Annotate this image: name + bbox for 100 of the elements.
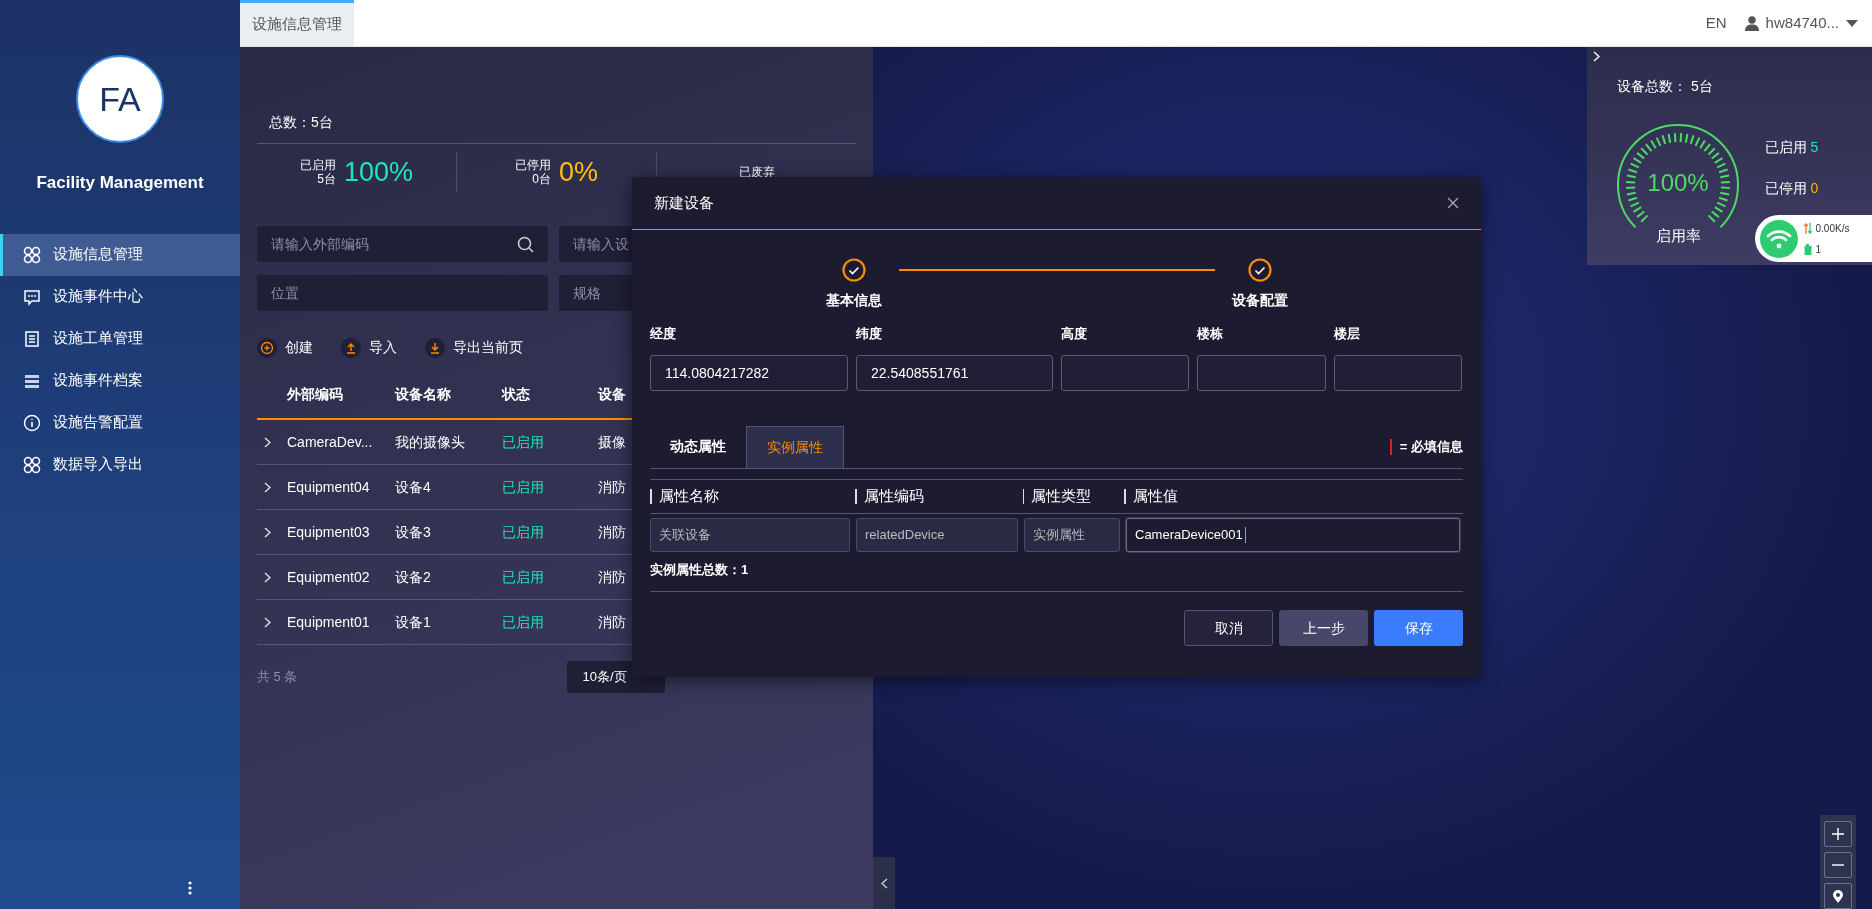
table-cell-text: 消防 <box>598 522 627 542</box>
stat-value: 0 <box>1810 179 1819 198</box>
field-label: 纬度 <box>856 325 883 343</box>
chevron-right-icon[interactable] <box>264 571 271 583</box>
plus-circle-icon <box>257 337 277 358</box>
caret-icon[interactable] <box>1846 19 1858 27</box>
zoom-out-button[interactable] <box>1824 852 1852 878</box>
user-name[interactable]: hw84740... <box>1765 11 1839 35</box>
info-icon <box>23 413 41 432</box>
total-count: 总数：5台 <box>257 104 856 144</box>
action-button[interactable]: 导入 <box>341 337 397 358</box>
cancel-button[interactable]: 取消 <box>1184 610 1273 646</box>
input-field[interactable] <box>1197 354 1326 391</box>
sidebar-item[interactable]: 设施工单管理 <box>0 317 240 360</box>
action-button[interactable]: 导出当前页 <box>425 337 523 358</box>
search-field[interactable]: 请输入外部编码 <box>257 226 548 262</box>
input-field[interactable]: CameraDevice001 <box>1126 517 1460 552</box>
gauge-label: 启用率 <box>1655 226 1701 246</box>
stat-value: 5 <box>1810 138 1819 157</box>
zoom-in-button[interactable] <box>1824 821 1852 847</box>
field-label: 高度 <box>1061 325 1088 343</box>
collapse-handle[interactable] <box>873 857 895 909</box>
column-header: 状态 <box>502 384 531 404</box>
table-cell-text: 消防 <box>598 567 627 587</box>
app-name: Facility Management <box>35 172 205 194</box>
column-header: 属性编码 <box>863 485 924 506</box>
column-divider <box>1124 488 1126 504</box>
table-cell-text: 已启用 <box>502 567 545 587</box>
table-cell-text: CameraDev... <box>287 432 374 452</box>
step-label: 基本信息 <box>825 291 882 310</box>
network-speed: 0.00K/s <box>1815 221 1850 236</box>
table-cell-text: Equipment04 <box>287 477 371 497</box>
sidebar-item[interactable]: 设施告警配置 <box>0 401 240 444</box>
chevron-left-icon <box>880 877 888 889</box>
logo-badge: FA <box>76 55 164 143</box>
stat-label: 已启用 <box>299 157 336 172</box>
page-tab[interactable]: 设施信息管理 <box>240 0 354 46</box>
input-field[interactable]: 22.5408551761 <box>856 354 1053 391</box>
table-cell-text: 设备4 <box>395 477 432 497</box>
gauge-percent: 100% <box>1646 168 1710 198</box>
column-header: 属性名称 <box>658 485 719 506</box>
table-cell-text: 已启用 <box>502 522 545 542</box>
table-cell-text: 已启用 <box>502 432 545 452</box>
table-cell-text: Equipment03 <box>287 522 371 542</box>
text-cursor <box>1244 526 1246 543</box>
chevron-right-icon[interactable] <box>264 526 271 538</box>
action-button[interactable]: 创建 <box>257 337 313 358</box>
language-label[interactable]: EN <box>1705 11 1727 35</box>
primary-button[interactable]: 保存 <box>1374 610 1463 646</box>
stat-count: 0台 <box>531 172 551 187</box>
input-field[interactable]: 114.0804217282 <box>650 354 848 391</box>
column-header: 属性类型 <box>1031 485 1092 506</box>
upload-icon <box>341 337 361 358</box>
table-cell-text: 消防 <box>598 477 627 497</box>
property-count: 实例属性总数：1 <box>650 559 1463 592</box>
stat-count: 5台 <box>316 172 336 187</box>
close-button[interactable] <box>1447 197 1459 209</box>
close-icon <box>1447 197 1459 209</box>
chevron-right-icon[interactable] <box>264 481 271 493</box>
table-cell-text: Equipment02 <box>287 567 371 587</box>
sidebar-item[interactable]: 设施信息管理 <box>0 233 240 276</box>
input-field[interactable]: 实例属性 <box>1024 517 1120 552</box>
column-divider <box>855 488 857 504</box>
required-marker <box>1389 439 1392 455</box>
document-icon <box>23 329 41 348</box>
wifi-icon <box>1760 219 1798 258</box>
grid-icon <box>23 245 41 264</box>
dialog-title: 新建设备 <box>654 192 714 213</box>
grid-icon <box>23 455 41 474</box>
chevron-right-icon[interactable] <box>264 616 271 628</box>
location-pin-icon <box>1833 889 1843 903</box>
tab[interactable]: 动态属性 <box>650 425 746 468</box>
table-cell-text: 设备2 <box>395 567 432 587</box>
search-icon <box>517 235 534 253</box>
chat-icon <box>23 287 41 306</box>
stat-label: 已启用 <box>1765 138 1807 157</box>
input-field[interactable] <box>1061 354 1189 391</box>
stat-label: 已停用 <box>1765 179 1807 198</box>
transfer-arrows-icon <box>1804 222 1812 234</box>
locate-button[interactable] <box>1824 883 1852 909</box>
tab[interactable]: 实例属性 <box>746 425 844 468</box>
stat-percent: 0% <box>559 155 598 189</box>
chevron-right-icon[interactable] <box>264 436 271 448</box>
sidebar-item[interactable]: 设施事件档案 <box>0 359 240 402</box>
table-cell-text: 设备3 <box>395 522 432 542</box>
table-cell-text: 消防 <box>598 612 627 632</box>
input-field[interactable] <box>1334 354 1462 391</box>
more-icon[interactable] <box>188 881 192 895</box>
plus-icon <box>1832 828 1844 840</box>
device-count: 1 <box>1815 242 1822 257</box>
table-cell-text: 设备1 <box>395 612 432 632</box>
column-divider <box>1022 488 1025 504</box>
back-button[interactable]: 上一步 <box>1279 610 1368 646</box>
input-field[interactable]: 关联设备 <box>650 517 850 552</box>
input-field[interactable]: relatedDevice <box>856 517 1018 552</box>
column-divider <box>650 488 652 504</box>
column-header: 外部编码 <box>287 384 344 404</box>
sidebar-item[interactable]: 数据导入导出 <box>0 443 240 486</box>
search-field[interactable]: 位置 <box>257 275 548 311</box>
sidebar-item[interactable]: 设施事件中心 <box>0 275 240 318</box>
